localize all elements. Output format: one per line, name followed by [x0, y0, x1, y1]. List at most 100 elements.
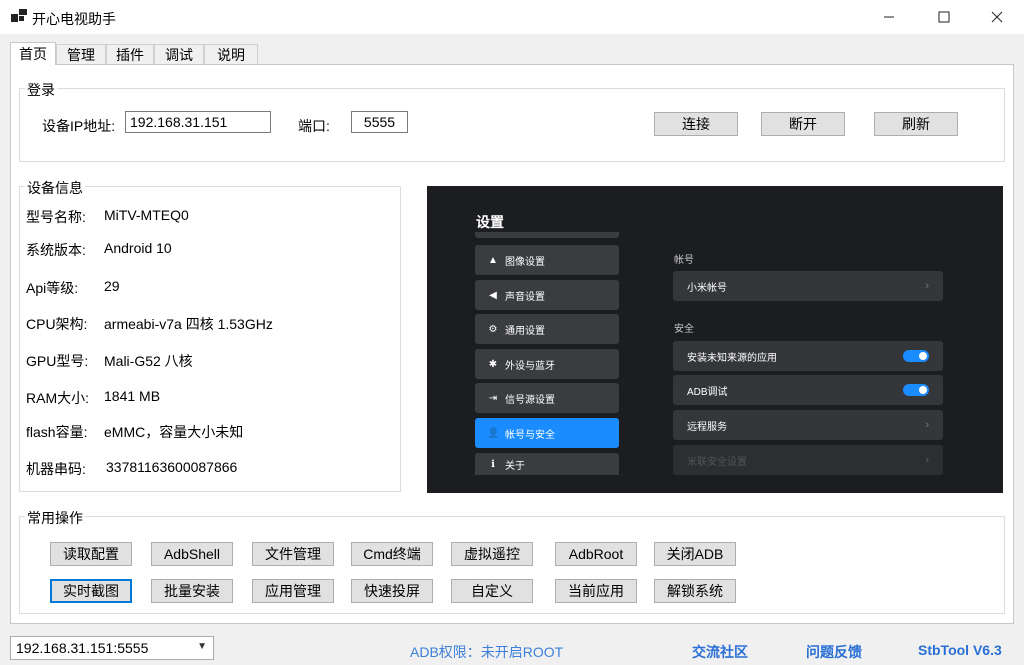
device-info-title: 设备信息	[25, 178, 85, 198]
gpu-label: GPU型号:	[26, 353, 89, 369]
app-manager-button[interactable]: 应用管理	[252, 579, 334, 603]
speaker-icon: ◀	[489, 289, 497, 301]
tv-row-unknown-sources: 安装未知来源的应用	[673, 341, 943, 371]
adb-permission-status: ADB权限：未开启ROOT	[410, 644, 564, 660]
input-source-icon: ⇥	[488, 392, 498, 404]
tv-row-adb-debug: ADB调试	[673, 375, 943, 405]
serial-label: 机器串码:	[26, 461, 86, 477]
model-label: 型号名称:	[26, 209, 86, 225]
ram-label: RAM大小:	[26, 390, 89, 406]
window-title: 开心电视助手	[32, 11, 116, 27]
tv-menu-source: ⇥ 信号源设置	[475, 383, 619, 413]
tv-menu-general: ⚙ 通用设置	[475, 314, 619, 344]
tv-row-label: 米联安全设置	[687, 456, 747, 468]
port-label: 端口:	[298, 118, 330, 134]
flash-label: flash容量:	[26, 424, 88, 440]
model-value: MiTV-MTEQ0	[104, 207, 189, 223]
tab-help[interactable]: 说明	[204, 44, 258, 64]
chevron-down-icon: ▼	[197, 641, 207, 652]
tv-screenshot: 设置 ▲ 图像设置 ◀ 声音设置 ⚙ 通用设置 ✱ 外设与蓝牙 ⇥ 信号源设置 👤 帐号与安…	[427, 186, 1003, 493]
chevron-right-icon: ›	[925, 419, 929, 431]
tv-menu-account: 👤 帐号与安全	[475, 418, 619, 448]
refresh-button[interactable]: 刷新	[874, 112, 958, 136]
common-ops-title: 常用操作	[25, 508, 85, 528]
tv-section-account: 帐号	[674, 255, 694, 266]
app-icon	[11, 9, 27, 22]
tv-row-mi-security: 米联安全设置 ›	[673, 445, 943, 475]
minimize-button[interactable]	[866, 0, 912, 34]
tab-manage[interactable]: 管理	[56, 44, 106, 64]
tv-row-label: ADB调试	[687, 386, 728, 398]
minimize-icon	[884, 16, 894, 18]
ip-input[interactable]: 192.168.31.151	[125, 111, 271, 133]
tv-menu-about: ℹ 关于	[475, 453, 619, 475]
tv-row-label: 安装未知来源的应用	[687, 352, 777, 364]
adbroot-button[interactable]: AdbRoot	[555, 542, 637, 566]
tv-row-mi-account: 小米帐号 ›	[673, 271, 943, 301]
os-version-label: 系统版本:	[26, 242, 86, 258]
tv-menu-label: 关于	[505, 460, 525, 472]
tv-menu-label: 图像设置	[505, 256, 545, 268]
version-link[interactable]: StbTool V6.3	[918, 642, 1002, 658]
read-config-button[interactable]: 读取配置	[50, 542, 132, 566]
tv-menu-label: 帐号与安全	[505, 429, 555, 441]
os-version-value: Android 10	[104, 240, 172, 256]
unlock-system-button[interactable]: 解锁系统	[654, 579, 736, 603]
title-bar: 开心电视助手	[0, 0, 1024, 34]
tv-row-label: 远程服务	[687, 421, 727, 433]
device-select[interactable]: 192.168.31.151:5555 ▼	[10, 636, 214, 660]
serial-value: 33781163600087866	[106, 459, 238, 475]
cpu-label: CPU架构:	[26, 316, 88, 332]
tv-menu-edge	[475, 232, 619, 238]
login-group-title: 登录	[25, 80, 57, 100]
bluetooth-icon: ✱	[488, 358, 498, 370]
api-level-value: 29	[104, 278, 120, 294]
disconnect-button[interactable]: 断开	[761, 112, 845, 136]
chevron-right-icon: ›	[925, 454, 929, 466]
tab-home[interactable]: 首页	[10, 42, 56, 65]
virtual-remote-button[interactable]: 虚拟遥控	[451, 542, 533, 566]
tv-menu-sound: ◀ 声音设置	[475, 280, 619, 310]
maximize-icon	[938, 11, 950, 23]
tv-menu-image: ▲ 图像设置	[475, 245, 619, 275]
gear-icon: ⚙	[488, 323, 498, 335]
disable-adb-button[interactable]: 关闭ADB	[654, 542, 736, 566]
device-select-value: 192.168.31.151:5555	[16, 640, 149, 656]
community-link[interactable]: 交流社区	[692, 642, 748, 662]
ram-value: 1841 MB	[104, 388, 161, 404]
tv-menu-bluetooth: ✱ 外设与蓝牙	[475, 349, 619, 379]
toggle-on-icon	[903, 384, 929, 396]
tv-row-remote-service: 远程服务 ›	[673, 410, 943, 440]
cmd-terminal-button[interactable]: Cmd终端	[351, 542, 433, 566]
device-info-group	[19, 186, 401, 492]
file-manager-button[interactable]: 文件管理	[252, 542, 334, 566]
tab-debug[interactable]: 调试	[154, 44, 204, 64]
info-icon: ℹ	[491, 458, 495, 470]
maximize-button[interactable]	[921, 0, 967, 34]
tv-menu-label: 外设与蓝牙	[505, 360, 555, 372]
close-button[interactable]	[974, 0, 1020, 34]
gpu-value: Mali-G52 八核	[104, 353, 193, 369]
image-icon: ▲	[488, 254, 498, 266]
tv-menu-label: 信号源设置	[505, 394, 555, 406]
tab-bar: 首页 管理 插件 调试 说明	[10, 42, 1024, 65]
tv-settings-title: 设置	[476, 214, 504, 230]
current-app-button[interactable]: 当前应用	[555, 579, 637, 603]
live-screenshot-button[interactable]: 实时截图	[50, 579, 132, 603]
port-input[interactable]: 5555	[351, 111, 408, 133]
tv-menu-label: 声音设置	[505, 291, 545, 303]
ip-label: 设备IP地址:	[42, 118, 116, 134]
custom-button[interactable]: 自定义	[451, 579, 533, 603]
adbshell-button[interactable]: AdbShell	[151, 542, 233, 566]
quick-cast-button[interactable]: 快速投屏	[351, 579, 433, 603]
connect-button[interactable]: 连接	[654, 112, 738, 136]
tab-plugins[interactable]: 插件	[106, 44, 154, 64]
batch-install-button[interactable]: 批量安装	[151, 579, 233, 603]
close-icon	[991, 11, 1003, 23]
tv-row-label: 小米帐号	[687, 282, 727, 294]
toggle-on-icon	[903, 350, 929, 362]
feedback-link[interactable]: 问题反馈	[806, 642, 862, 662]
user-icon: 👤	[487, 427, 500, 439]
flash-value: eMMC，容量大小未知	[104, 424, 244, 440]
api-level-label: Api等级:	[26, 280, 79, 296]
